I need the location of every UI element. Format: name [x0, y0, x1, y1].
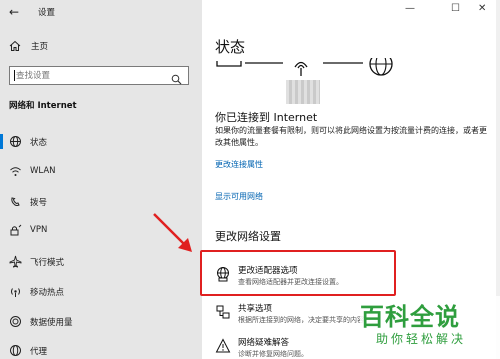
- vpn-icon: [8, 223, 22, 237]
- search-input[interactable]: [16, 69, 166, 82]
- nav-home[interactable]: 主页: [9, 38, 48, 54]
- dialup-icon: [8, 194, 22, 208]
- option-title: 共享选项: [238, 304, 273, 314]
- sidebar-item-label: 移动热点: [30, 288, 65, 298]
- app-title: 设置: [38, 8, 56, 18]
- search-icon[interactable]: [171, 70, 182, 89]
- sharing-icon: [215, 304, 231, 320]
- nav-home-label: 主页: [31, 42, 49, 52]
- home-icon: [9, 40, 21, 52]
- proxy-icon: [8, 343, 22, 357]
- pc-icon: [216, 61, 242, 67]
- search-box[interactable]: [9, 66, 189, 85]
- sidebar-item-data-usage[interactable]: 数据使用量: [0, 311, 202, 331]
- change-network-settings-title: 更改网络设置: [215, 230, 281, 243]
- section-title: 网络和 Internet: [9, 101, 77, 111]
- connection-description: 如果你的流量套餐有限制，则可以将此网络设置为按流量计费的连接，或者更改其他属性。: [215, 126, 487, 147]
- sidebar-item-proxy[interactable]: 代理: [0, 340, 202, 359]
- navigation-pane: ← 设置 主页 网络和 Internet 状态 WLAN 拨号: [0, 0, 202, 359]
- sidebar-item-label: WLAN: [30, 166, 56, 176]
- sidebar-item-label: 数据使用量: [30, 318, 73, 328]
- watermark-logo: 百科全说: [360, 303, 460, 331]
- wifi-icon: [8, 164, 22, 178]
- globe-icon: [8, 134, 22, 148]
- troubleshoot-icon: [215, 338, 231, 354]
- sidebar-item-label: VPN: [30, 225, 48, 235]
- minimize-button[interactable]: —: [405, 3, 415, 14]
- back-arrow-icon[interactable]: ←: [9, 5, 19, 19]
- sidebar-item-label: 飞行模式: [30, 258, 65, 268]
- blurred-network-name: [286, 80, 320, 104]
- sidebar-item-label: 拨号: [30, 198, 48, 208]
- sidebar-item-wlan[interactable]: WLAN: [0, 161, 202, 181]
- option-description: 诊断并修复网络问题。: [238, 350, 308, 358]
- hotspot-icon: [8, 284, 22, 298]
- change-connection-properties-link[interactable]: 更改连接属性: [215, 159, 263, 170]
- active-indicator: [0, 134, 3, 149]
- watermark-subtitle: 助你轻松解决: [376, 332, 467, 346]
- sidebar-item-label: 代理: [30, 347, 48, 357]
- page-title: 状态: [215, 38, 246, 56]
- internet-globe-icon: [369, 52, 393, 76]
- sidebar-item-status[interactable]: 状态: [0, 131, 202, 151]
- sidebar-item-hotspot[interactable]: 移动热点: [0, 281, 202, 301]
- highlight-box: [200, 250, 396, 296]
- airplane-icon: [8, 254, 22, 268]
- sidebar-item-dialup[interactable]: 拨号: [0, 191, 202, 211]
- sidebar-item-label: 状态: [30, 138, 48, 148]
- annotation-arrow-icon: [153, 213, 192, 252]
- close-button[interactable]: ✕: [478, 3, 486, 14]
- show-available-networks-link[interactable]: 显示可用网络: [215, 191, 263, 202]
- option-description: 根据所连接到的网络，决定要共享的内容。: [238, 316, 371, 324]
- option-title: 网络疑难解答: [238, 338, 290, 348]
- router-wifi-icon: [294, 61, 308, 76]
- data-usage-icon: [8, 314, 22, 328]
- connection-status-title: 你已连接到 Internet: [215, 111, 318, 124]
- search-caret: [14, 70, 15, 81]
- maximize-button[interactable]: ☐: [451, 3, 460, 14]
